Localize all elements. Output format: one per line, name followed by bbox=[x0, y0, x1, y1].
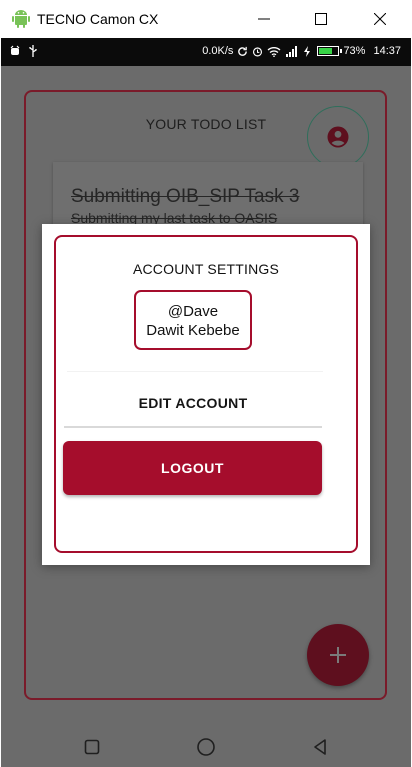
edit-account-button[interactable]: EDIT ACCOUNT bbox=[64, 380, 322, 428]
charging-icon bbox=[304, 45, 311, 57]
window-title: TECNO Camon CX bbox=[37, 11, 159, 27]
battery-percent: 73% bbox=[343, 45, 366, 57]
usb-icon bbox=[29, 45, 37, 57]
status-bar: 0.0K/s 73% 14:37 bbox=[1, 38, 411, 66]
account-settings-dialog: ACCOUNT SETTINGS @Dave Dawit Kebebe EDIT… bbox=[42, 224, 370, 565]
maximize-icon bbox=[315, 13, 327, 25]
todo-item[interactable]: Submitting OIB_SIP Task 3 Submitting my … bbox=[53, 162, 363, 232]
recents-icon bbox=[84, 739, 100, 755]
account-button[interactable] bbox=[307, 106, 369, 168]
battery-fill bbox=[319, 48, 333, 54]
close-button[interactable] bbox=[362, 6, 398, 32]
add-todo-button[interactable] bbox=[307, 624, 369, 686]
todo-title: Submitting OIB_SIP Task 3 bbox=[71, 186, 300, 207]
home-icon bbox=[197, 738, 215, 756]
alarm-icon bbox=[253, 46, 263, 56]
logout-button[interactable]: LOGOUT bbox=[63, 441, 322, 495]
network-speed: 0.0K/s bbox=[202, 45, 234, 57]
minimize-icon bbox=[258, 18, 270, 20]
back-button[interactable] bbox=[307, 734, 333, 760]
maximize-button[interactable] bbox=[303, 6, 339, 32]
clock: 14:37 bbox=[373, 45, 401, 57]
close-icon bbox=[374, 13, 386, 25]
dialog-title: ACCOUNT SETTINGS bbox=[132, 261, 280, 277]
full-name: Dawit Kebebe bbox=[146, 322, 240, 339]
home-button[interactable] bbox=[193, 734, 219, 760]
plus-icon bbox=[330, 647, 346, 663]
minimize-button[interactable] bbox=[246, 6, 282, 32]
navigation-bar bbox=[1, 726, 411, 767]
android-icon bbox=[12, 10, 30, 28]
notification-icons bbox=[9, 45, 39, 57]
recents-button[interactable] bbox=[79, 734, 105, 760]
status-right: 0.0K/s 73% 14:37 bbox=[202, 45, 401, 57]
wifi-icon bbox=[268, 46, 281, 57]
divider bbox=[67, 371, 323, 372]
usb-debug-icon bbox=[10, 45, 20, 55]
username: @Dave bbox=[167, 303, 219, 320]
battery-icon bbox=[317, 46, 343, 56]
account-circle-icon bbox=[327, 126, 349, 148]
window-titlebar: TECNO Camon CX bbox=[0, 0, 412, 38]
signal-icon bbox=[286, 45, 298, 57]
profile-card: @Dave Dawit Kebebe bbox=[134, 290, 252, 350]
phone-screen: 0.0K/s 73% 14:37 YOUR TODO LIST Submitti… bbox=[1, 38, 411, 767]
sync-icon bbox=[238, 46, 248, 56]
back-icon bbox=[314, 739, 326, 755]
